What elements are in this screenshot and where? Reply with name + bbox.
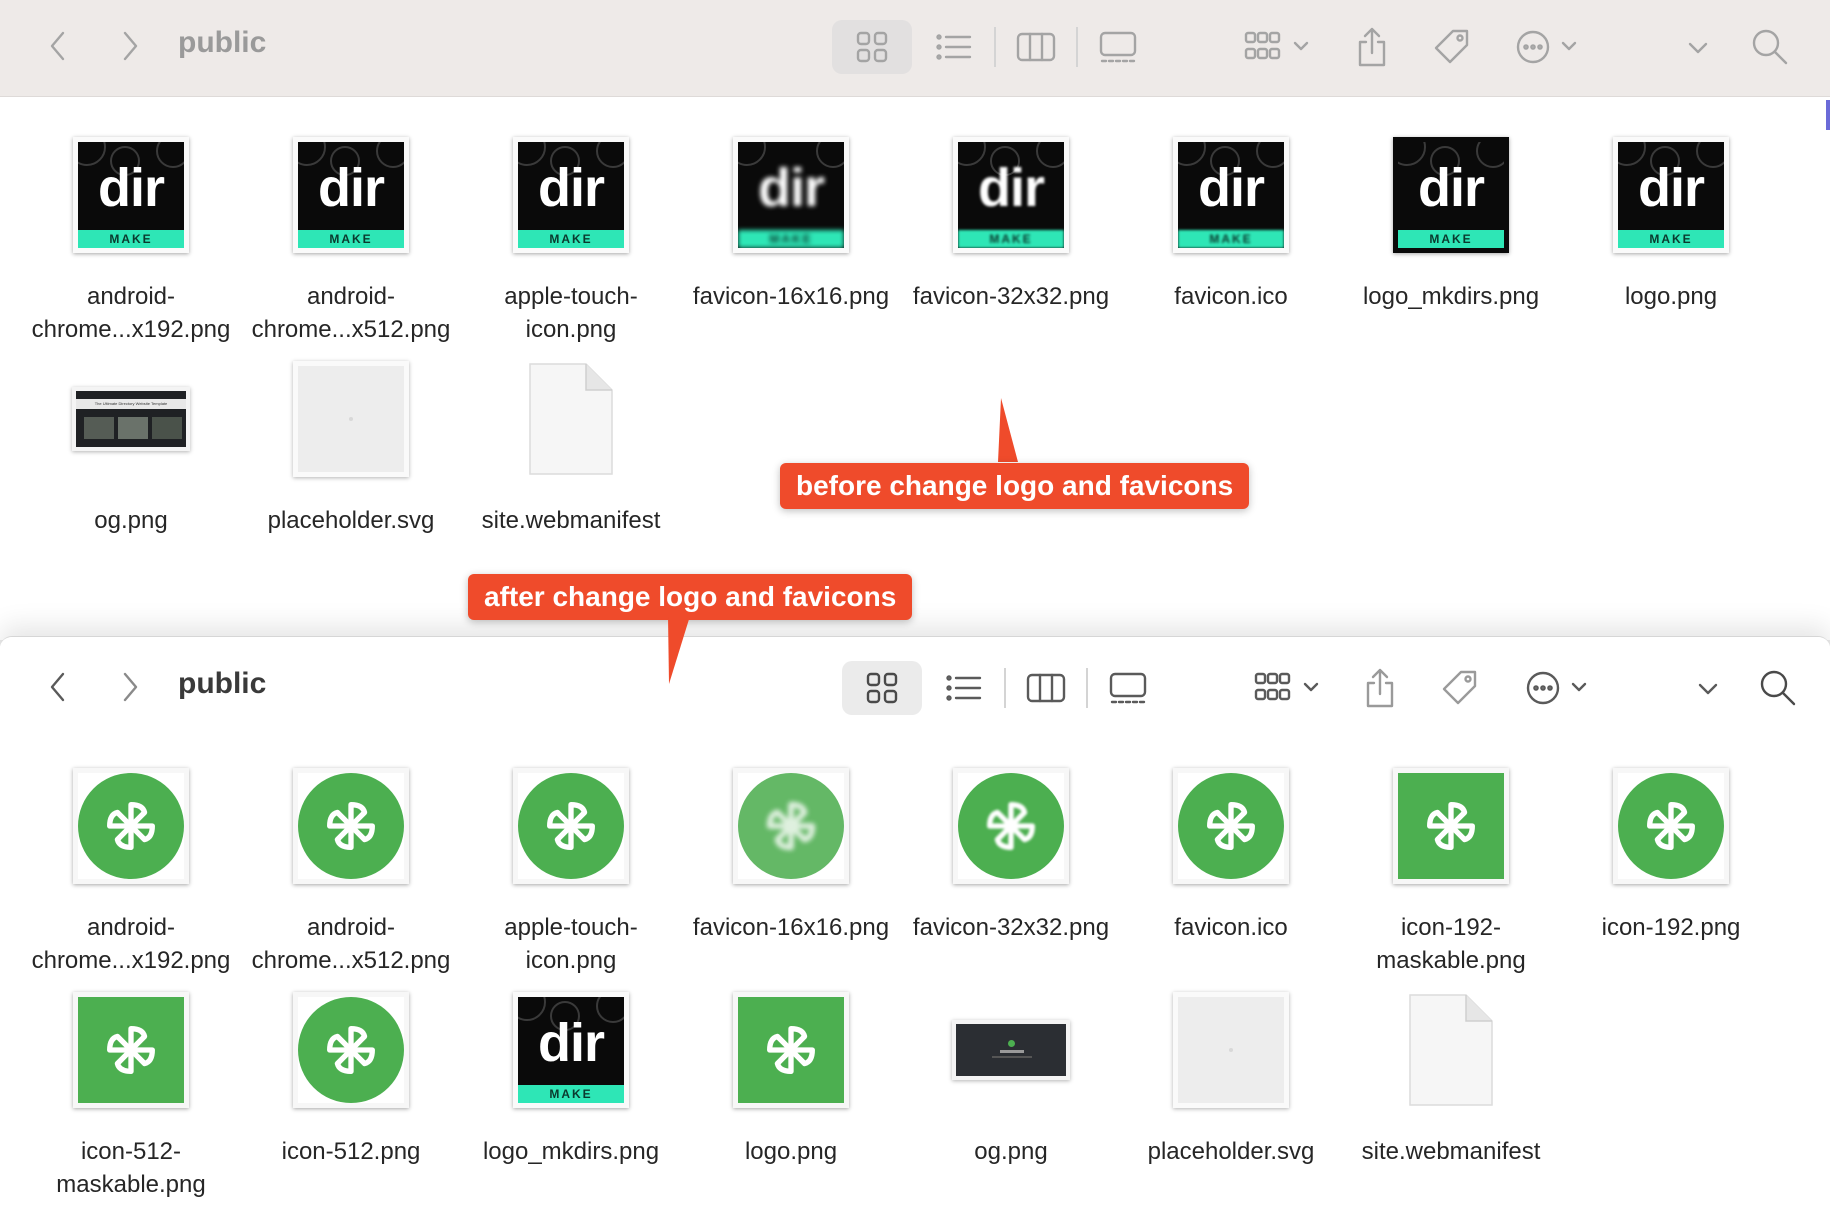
callout-after-pointer (668, 616, 690, 684)
finder-window-after: public android-chrome...x192.png android… (0, 636, 1830, 1229)
separator (994, 27, 996, 67)
file-name: android-chrome...x192.png (31, 283, 231, 343)
separator (1086, 668, 1088, 708)
file-name: icon-192.png (1601, 914, 1741, 941)
file-name: favicon.ico (1174, 914, 1288, 941)
file-name: logo_mkdirs.png (1362, 283, 1540, 310)
file-name: android-chrome...x192.png (31, 914, 231, 974)
separator (1076, 27, 1078, 67)
file-name: favicon-32x32.png (912, 914, 1110, 941)
file-name: logo_mkdirs.png (482, 1138, 660, 1165)
file-name: android-chrome...x512.png (251, 914, 451, 974)
green-pinwheel-circle-pixelated-thumbnail (953, 768, 1069, 884)
dir-make-logo-pixelated-thumbnail: dir MAKE (953, 137, 1069, 253)
file-name: og.png (974, 1138, 1048, 1165)
file-name: placeholder.svg (267, 507, 435, 534)
file-name: icon-192-maskable.png (1376, 914, 1526, 974)
file-name: logo.png (744, 1138, 838, 1165)
file-name: site.webmanifest (1361, 1138, 1541, 1165)
column-view-icon[interactable] (1010, 24, 1062, 70)
dir-make-logo-thumbnail: dir MAKE (1613, 137, 1729, 253)
window-edge-accent (1826, 100, 1830, 130)
green-pinwheel-circle-pixelated-thumbnail (733, 768, 849, 884)
dir-make-logo-thumbnail: dir MAKE (73, 137, 189, 253)
dir-make-logo-thumbnail: dir MAKE (513, 992, 629, 1108)
dir-make-logo-thumbnail: dir MAKE (1173, 137, 1289, 253)
chevron-down-icon[interactable] (1690, 671, 1726, 707)
file-name: android-chrome...x512.png (251, 283, 451, 343)
separator (1004, 668, 1006, 708)
callout-before: before change logo and favicons (780, 463, 1250, 509)
file-name: placeholder.svg (1147, 1138, 1315, 1165)
more-actions-icon[interactable] (1522, 665, 1594, 711)
file-name: icon-512.png (281, 1138, 421, 1165)
finder-window-before: public dir MAKE android-chrome...x192.pn… (0, 0, 1830, 640)
og-image-thumbnail (952, 1020, 1070, 1080)
green-pinwheel-circle-thumbnail (1173, 768, 1289, 884)
tag-icon[interactable] (1428, 24, 1476, 70)
search-icon[interactable] (1756, 665, 1800, 711)
back-chevron-icon[interactable] (40, 667, 76, 707)
og-image-thumbnail: The Ultimate Directory Website Template (72, 387, 190, 451)
tag-icon[interactable] (1436, 665, 1484, 711)
green-pinwheel-square-thumbnail (733, 992, 849, 1108)
icon-view-icon[interactable] (846, 24, 898, 70)
list-view-icon[interactable] (928, 24, 980, 70)
file-name: site.webmanifest (481, 507, 661, 534)
document-icon (1408, 993, 1494, 1107)
file-name: logo.png (1624, 283, 1718, 310)
gallery-view-icon[interactable] (1092, 24, 1144, 70)
toolbar: public (0, 0, 1830, 97)
chevron-down-icon[interactable] (1680, 30, 1716, 66)
callout-after: after change logo and favicons (468, 574, 913, 620)
folder-title: public (178, 26, 267, 59)
file-name: favicon-16x16.png (692, 283, 890, 310)
file-name: apple-touch-icon.png (504, 914, 638, 974)
share-icon[interactable] (1358, 663, 1402, 713)
callout-before-pointer (998, 398, 1018, 462)
icon-view-icon[interactable] (856, 665, 908, 711)
file-name: icon-512-maskable.png (56, 1138, 206, 1198)
green-pinwheel-square-thumbnail (1393, 768, 1509, 884)
group-icon[interactable] (1246, 665, 1330, 711)
forward-chevron-icon[interactable] (112, 26, 148, 66)
green-pinwheel-circle-thumbnail (1613, 768, 1729, 884)
file-name: apple-touch-icon.png (504, 283, 638, 343)
green-pinwheel-circle-thumbnail (293, 992, 409, 1108)
file-name: favicon-32x32.png (912, 283, 1110, 310)
green-pinwheel-circle-thumbnail (513, 768, 629, 884)
document-icon (528, 362, 614, 476)
search-icon[interactable] (1748, 24, 1792, 70)
forward-chevron-icon[interactable] (112, 667, 148, 707)
dir-make-logo-thumbnail: dir MAKE (293, 137, 409, 253)
green-pinwheel-circle-thumbnail (73, 768, 189, 884)
dir-make-logo-thumbnail: dir MAKE (513, 137, 629, 253)
more-actions-icon[interactable] (1512, 24, 1584, 70)
list-view-icon[interactable] (938, 665, 990, 711)
gallery-view-icon[interactable] (1102, 665, 1154, 711)
share-icon[interactable] (1350, 22, 1394, 72)
file-name: favicon-16x16.png (692, 914, 890, 941)
placeholder-thumbnail (293, 361, 409, 477)
green-pinwheel-square-thumbnail (73, 992, 189, 1108)
column-view-icon[interactable] (1020, 665, 1072, 711)
green-pinwheel-circle-thumbnail (293, 768, 409, 884)
toolbar: public (0, 637, 1830, 733)
back-chevron-icon[interactable] (40, 26, 76, 66)
folder-title: public (178, 667, 267, 700)
dir-make-logo-thumbnail: dir MAKE (1393, 137, 1509, 253)
file-name: favicon.ico (1174, 283, 1288, 310)
dir-make-logo-pixelated-thumbnail: dir MAKE (733, 137, 849, 253)
file-name: og.png (94, 507, 168, 534)
placeholder-thumbnail (1173, 992, 1289, 1108)
group-icon[interactable] (1236, 24, 1320, 70)
